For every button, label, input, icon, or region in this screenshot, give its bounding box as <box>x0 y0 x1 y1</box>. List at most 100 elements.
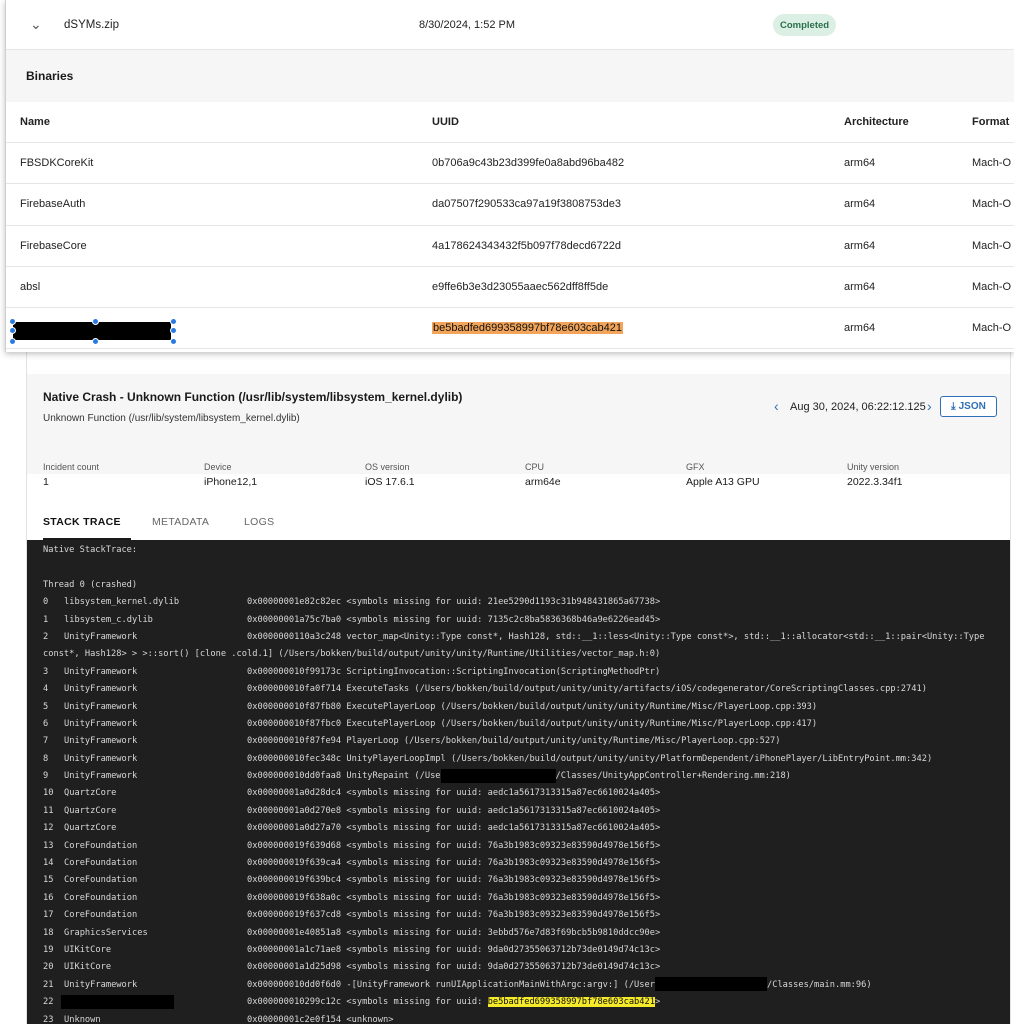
resize-handle[interactable] <box>9 338 16 345</box>
resize-handle[interactable] <box>170 338 177 345</box>
frame-symbol: -[UnityFramework runUIApplicationMainWit… <box>346 979 655 990</box>
frame-library: UnityFramework <box>64 631 138 642</box>
table-row[interactable]: absl e9ffe6b3e3d23055aaec562dff8ff5de arm6… <box>6 267 1014 308</box>
binary-name: FirebaseCore <box>20 239 87 252</box>
frame-address: 0x000000010dd0faa8 <box>247 771 342 782</box>
stack-frame: 1 libsystem_c.dylib 0x00000001a75c7ba0 <sy… <box>43 612 1010 629</box>
stack-frame: 8 UnityFramework 0x000000010fec348c UnityP… <box>43 751 1010 768</box>
stack-frame: 0 libsystem_kernel.dylib 0x00000001e82c82e… <box>43 594 1010 611</box>
binary-uuid: 4a178624343432f5b097f78decd6722d <box>432 239 622 252</box>
frame-symbol: ExecutePlayerLoop (/Users/bokken/build/o… <box>346 701 818 712</box>
frame-address: 0x000000010f99173c <box>247 666 342 677</box>
stack-frame: 18 GraphicsServices 0x00000001e40851a8 <sy… <box>43 925 1010 942</box>
resize-handle[interactable] <box>170 327 177 334</box>
stack-frame: 5 UnityFramework 0x000000010f87fb80 Execut… <box>43 699 1010 716</box>
resize-handle[interactable] <box>92 318 99 325</box>
frame-address: 0x00000001c2e0f154 <box>247 1014 342 1024</box>
frame-address: 0x00000001a0d270e8 <box>247 805 342 816</box>
tab-metadata[interactable]: METADATA <box>152 516 209 528</box>
frame-address: 0x000000010f87fbc0 <box>247 718 342 729</box>
fact-incident: Incident count 1 <box>43 462 99 488</box>
header-name: Name <box>20 116 50 129</box>
stack-frame: 4 UnityFramework 0x000000010fa0f714 Execut… <box>43 681 1010 698</box>
resize-handle[interactable] <box>9 327 16 334</box>
file-date: 8/30/2024, 1:52 PM <box>419 19 516 31</box>
stack-frame: 15 CoreFoundation 0x000000019f639bc4 <symb… <box>43 872 1010 889</box>
detail-tabs: STACK TRACE METADATA LOGS <box>27 510 1010 540</box>
file-name: dSYMs.zip <box>64 19 119 31</box>
fact-label: Device <box>204 462 232 472</box>
resize-handle[interactable] <box>92 338 99 345</box>
table-row[interactable]: FBSDKCoreKit 0b706a9c43b23d399fe0a8abd96b… <box>6 143 1014 185</box>
binary-architecture: arm64 <box>844 322 876 335</box>
dsym-file-row[interactable]: ⌄ dSYMs.zip 8/30/2024, 1:52 PM Completed <box>6 0 1014 50</box>
frame-symbol: ScriptingInvocation::ScriptingInvocation… <box>346 666 661 677</box>
binary-format: Mach-O <box>972 322 1012 335</box>
uuid-highlight: be5badfed699358997bf78e603cab421 <box>487 997 655 1008</box>
stack-frame: 6 UnityFramework 0x000000010f87fbc0 Execut… <box>43 716 1010 733</box>
fact-gfx: GFX Apple A13 GPU <box>686 462 760 488</box>
frame-library: UnityFramework <box>64 666 138 677</box>
tab-logs[interactable]: LOGS <box>244 516 274 528</box>
chevron-down-icon[interactable]: ⌄ <box>30 16 42 33</box>
frame-index: 1 <box>43 614 49 625</box>
frame-library: UnityFramework <box>64 684 138 695</box>
frame-source: /Classes/main.mm:96) <box>766 979 872 990</box>
frame-library: QuartzCore <box>64 788 117 799</box>
frame-symbol: UnityRepaint (/Use <box>346 771 441 782</box>
frame-library: UnityFramework <box>64 771 138 782</box>
chevron-left-icon[interactable]: ‹ <box>774 398 779 414</box>
frame-address: 0x00000001e40851a8 <box>247 927 342 938</box>
stack-trace-console[interactable]: Native StackTrace: Thread 0 (crashed) 0 l… <box>27 540 1010 1024</box>
stack-frame: 19 UIKitCore 0x00000001a1c71ae8 <symbols m… <box>43 942 1010 959</box>
binary-architecture: arm64 <box>844 157 876 170</box>
frame-index: 2 <box>43 631 49 642</box>
crash-date: Aug 30, 2024, 06:22:12.125 <box>790 401 926 413</box>
resize-handle[interactable] <box>9 318 16 325</box>
frame-symbol-end: > <box>654 997 661 1008</box>
frame-symbol: <symbols missing for uuid: 9da0d27355063… <box>346 944 661 955</box>
fact-os: OS version iOS 17.6.1 <box>365 462 415 488</box>
stack-frame: 7 UnityFramework 0x000000010f87fe94 Player… <box>43 733 1010 750</box>
frame-symbol: <symbols missing for uuid: 21ee5290d1193… <box>346 597 661 608</box>
table-row[interactable]: FirebaseCore 4a178624343432f5b097f78decd6… <box>6 226 1014 267</box>
frame-library: CoreFoundation <box>64 875 138 886</box>
binary-format: Mach-O <box>972 239 1012 252</box>
fact-value: 2022.3.34f1 <box>847 476 903 488</box>
frame-library: UnityFramework <box>64 701 138 712</box>
stack-frame: 22 0x000000010299c12c <symbols missing fo… <box>43 994 1010 1011</box>
redaction-selection[interactable] <box>9 318 177 345</box>
frame-address: 0x00000001a1d25d98 <box>247 962 342 973</box>
json-download-button[interactable]: ⤓ JSON <box>940 396 997 417</box>
frame-symbol: vector_map<Unity::Type const*, Hash128, … <box>346 631 985 642</box>
stack-frame: 14 CoreFoundation 0x000000019f639ca4 <symb… <box>43 855 1010 872</box>
chevron-right-icon[interactable]: › <box>927 398 932 414</box>
frame-address: 0x00000001a75c7ba0 <box>247 614 342 625</box>
fact-value: iOS 17.6.1 <box>365 476 415 488</box>
tab-stack-trace[interactable]: STACK TRACE <box>43 516 121 528</box>
frame-index: 10 <box>43 788 54 799</box>
frame-index: 8 <box>43 753 49 764</box>
binary-name: FirebaseAuth <box>20 198 86 211</box>
frame-library: libsystem_c.dylib <box>64 614 153 625</box>
crash-title: Native Crash - Unknown Function (/usr/li… <box>43 390 463 404</box>
stack-header: Native StackTrace: <box>43 545 138 555</box>
frame-index: 7 <box>43 736 49 747</box>
frame-symbol: <symbols missing for uuid: aedc1a5617313… <box>346 788 661 799</box>
frame-library: CoreFoundation <box>64 840 138 851</box>
stack-frame: 2 UnityFramework 0x0000000110a3c248 vector… <box>43 629 1010 646</box>
frame-address: 0x00000001a0d27a70 <box>247 823 342 834</box>
binary-format: Mach-O <box>972 198 1012 211</box>
binary-architecture: arm64 <box>844 239 876 252</box>
resize-handle[interactable] <box>170 318 177 325</box>
frame-address: 0x000000010dd0f6d0 <box>247 979 342 990</box>
frame-symbol: <symbols missing for uuid: 76a3b1983c093… <box>346 910 661 921</box>
binary-uuid: be5badfed699358997bf78e603cab421 <box>432 322 624 335</box>
binary-uuid: e9ffe6b3e3d23055aaec562dff8ff5de <box>432 280 609 293</box>
stack-frame: 20 UIKitCore 0x00000001a1d25d98 <symbols m… <box>43 959 1010 976</box>
table-row[interactable]: FirebaseAuth da07507f290533ca97a19f380875… <box>6 184 1014 226</box>
frame-address: 0x000000010299c12c <box>247 997 342 1008</box>
binary-format: Mach-O <box>972 280 1012 293</box>
uuid-highlight: be5badfed699358997bf78e603cab421 <box>432 322 624 335</box>
